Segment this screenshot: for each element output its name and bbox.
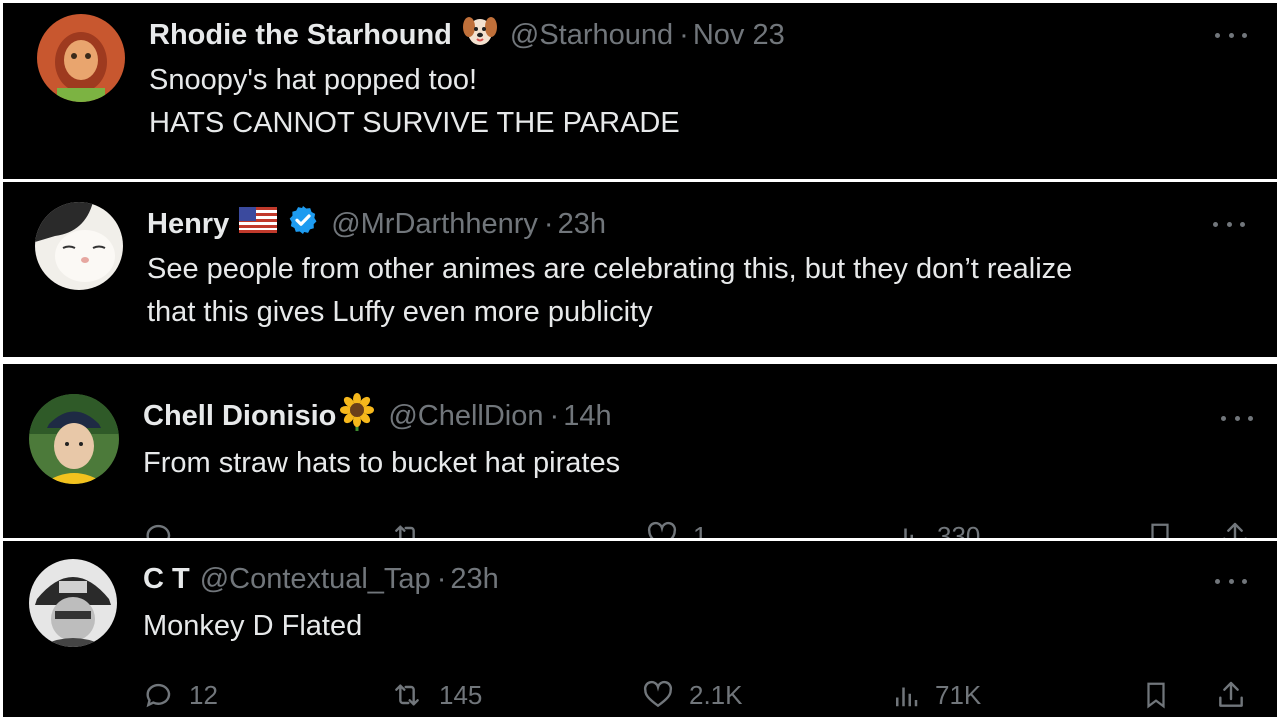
tweet-text-line: HATS CANNOT SURVIVE THE PARADE bbox=[149, 107, 680, 139]
view-count: 71K bbox=[935, 679, 982, 710]
reply-icon bbox=[146, 524, 171, 538]
tweet-text-line: See people from other animes are celebra… bbox=[147, 253, 1073, 285]
handle[interactable]: @Starhound bbox=[510, 19, 673, 52]
repost-count: 145 bbox=[439, 679, 483, 710]
more-horizontal-icon[interactable] bbox=[1213, 222, 1245, 230]
avatar[interactable] bbox=[29, 394, 119, 484]
share-icon bbox=[1223, 522, 1247, 538]
tweet-text-line: Monkey D Flated bbox=[143, 610, 363, 642]
display-name[interactable]: Rhodie the Starhound bbox=[149, 19, 452, 52]
display-name[interactable]: C T bbox=[143, 563, 190, 596]
more-horizontal-icon[interactable] bbox=[1215, 579, 1247, 587]
more-horizontal-icon[interactable] bbox=[1221, 416, 1253, 424]
separator: · bbox=[543, 207, 554, 240]
repost-button[interactable]: 145 bbox=[389, 679, 482, 711]
avatar[interactable] bbox=[29, 559, 117, 647]
tweet-text-line: Snoopy's hat popped too! bbox=[149, 64, 478, 96]
views-button[interactable]: 330 bbox=[893, 520, 980, 538]
separator: · bbox=[436, 562, 447, 595]
repost-icon bbox=[395, 525, 415, 538]
avatar[interactable] bbox=[35, 202, 123, 290]
timestamp[interactable]: 23h bbox=[558, 208, 606, 241]
reply-button[interactable] bbox=[143, 520, 175, 538]
us-flag-icon bbox=[239, 207, 278, 241]
avatar[interactable] bbox=[37, 14, 125, 102]
bookmark-button[interactable] bbox=[1141, 679, 1171, 711]
share-button[interactable] bbox=[1215, 679, 1247, 711]
sunflower-emoji-icon bbox=[338, 393, 376, 439]
timestamp[interactable]: 23h bbox=[450, 563, 498, 596]
handle[interactable]: @Contextual_Tap bbox=[200, 563, 431, 596]
bookmark-icon bbox=[1147, 682, 1165, 709]
timestamp[interactable]: Nov 23 bbox=[693, 19, 785, 52]
display-name[interactable]: Henry bbox=[147, 208, 229, 241]
like-count: 2.1K bbox=[689, 679, 743, 710]
tweet-card-1[interactable]: Rhodie the Starhound @Starhound · Nov 23… bbox=[3, 3, 1277, 179]
timestamp[interactable]: 14h bbox=[563, 400, 611, 433]
tweet-card-4[interactable]: C T @Contextual_Tap · 23h Monkey D Flate… bbox=[3, 541, 1277, 717]
display-name[interactable]: Chell Dionisio bbox=[143, 400, 336, 433]
separator: · bbox=[679, 18, 689, 51]
bookmark-icon bbox=[1151, 523, 1169, 538]
tweet-card-2[interactable]: Henry @MrDarthhenry · 23h See people fro… bbox=[3, 182, 1277, 357]
heart-icon bbox=[647, 521, 677, 538]
handle[interactable]: @MrDarthhenry bbox=[331, 208, 538, 241]
separator: · bbox=[549, 399, 560, 432]
repost-button[interactable] bbox=[389, 520, 425, 538]
reply-icon bbox=[146, 683, 171, 708]
dog-emoji-icon bbox=[462, 14, 498, 56]
tweet-card-3[interactable]: Chell Dionisio @ChellDion · 14h From str… bbox=[3, 364, 1277, 538]
reply-button[interactable]: 12 bbox=[143, 679, 218, 711]
bookmark-button[interactable] bbox=[1145, 520, 1175, 538]
like-button[interactable]: 2.1K bbox=[641, 679, 743, 711]
tweet-text-line: that this gives Luffy even more publicit… bbox=[147, 296, 653, 328]
views-icon bbox=[904, 528, 913, 538]
verified-badge-icon[interactable] bbox=[287, 204, 319, 244]
share-icon bbox=[1219, 681, 1243, 707]
like-button[interactable]: 1 bbox=[645, 520, 707, 538]
share-button[interactable] bbox=[1219, 520, 1251, 538]
more-horizontal-icon[interactable] bbox=[1215, 33, 1247, 41]
view-count: 330 bbox=[937, 520, 981, 539]
tweet-text-line: From straw hats to bucket hat pirates bbox=[143, 447, 621, 479]
heart-icon bbox=[643, 680, 673, 708]
reply-count: 12 bbox=[189, 679, 218, 710]
like-count: 1 bbox=[693, 520, 708, 539]
views-icon bbox=[896, 687, 918, 707]
handle[interactable]: @ChellDion bbox=[388, 400, 543, 433]
views-button[interactable]: 71K bbox=[891, 679, 981, 711]
repost-icon bbox=[395, 684, 419, 706]
